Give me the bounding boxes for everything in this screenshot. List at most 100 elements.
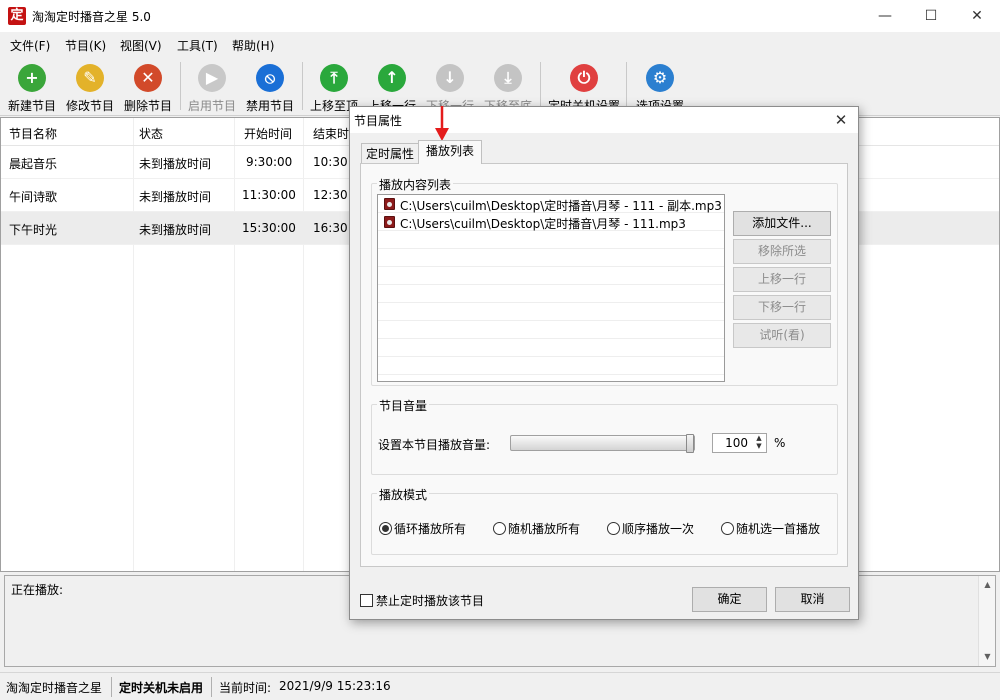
radio-label: 随机选一首播放 <box>736 522 821 536</box>
delete-program-button[interactable]: ✕ 删除节目 <box>119 58 177 114</box>
program-end-time: 16:30: <box>313 221 352 235</box>
move-up-icon: ↑ <box>378 64 406 92</box>
checkbox-label: 禁止定时播放该节目 <box>376 594 485 608</box>
empty-row <box>378 285 724 303</box>
enable-program-button[interactable]: ▶ 启用节目 <box>183 58 241 114</box>
volume-group: 节目音量 设置本节目播放音量: 100 ▲ ▼ % <box>371 397 838 475</box>
volume-slider[interactable] <box>510 434 695 453</box>
scroll-down-icon[interactable]: ▼ <box>979 652 996 661</box>
program-start-time: 9:30:00 <box>246 155 293 169</box>
empty-row <box>378 231 724 249</box>
scrollbar[interactable]: ▲ ▼ <box>978 576 995 666</box>
menu-bar: 文件(F) 节目(K) 视图(V) 工具(T) 帮助(H) <box>0 32 1000 56</box>
play-icon: ▶ <box>198 64 226 92</box>
power-icon: ⏻ <box>570 64 598 92</box>
radio-circle <box>607 522 620 535</box>
volume-unit: % <box>774 436 786 450</box>
playlist-listbox[interactable]: C:\Users\cuilm\Desktop\定时播音\月琴 - 111 - 副… <box>377 194 725 382</box>
empty-row <box>378 303 724 321</box>
edit-program-label: 修改节目 <box>65 99 114 113</box>
list-item[interactable]: C:\Users\cuilm\Desktop\定时播音\月琴 - 111 - 副… <box>378 195 724 213</box>
cancel-button[interactable]: 取消 <box>775 587 850 612</box>
spin-arrows-icon[interactable]: ▲ ▼ <box>752 434 766 452</box>
disable-program-button[interactable]: ⦸ 禁用节目 <box>241 58 299 114</box>
delete-program-label: 删除节目 <box>123 99 172 113</box>
status-divider <box>211 677 212 697</box>
empty-row <box>378 267 724 285</box>
dialog-close-button[interactable]: ✕ <box>824 107 858 133</box>
volume-label: 设置本节目播放音量: <box>378 438 491 452</box>
program-status: 未到播放时间 <box>139 190 212 204</box>
scroll-up-icon[interactable]: ▲ <box>979 580 996 589</box>
menu-help[interactable]: 帮助(H) <box>232 37 274 54</box>
radio-random-all[interactable]: 随机播放所有 <box>493 520 580 537</box>
edit-program-button[interactable]: ✎ 修改节目 <box>61 58 119 114</box>
audio-file-icon <box>384 198 395 210</box>
program-status: 未到播放时间 <box>139 157 212 171</box>
program-name: 下午时光 <box>9 223 58 237</box>
dialog-title: 节目属性 <box>354 114 403 128</box>
minimize-button[interactable]: — <box>862 0 908 32</box>
ok-button[interactable]: 确定 <box>692 587 767 612</box>
toolbar-separator <box>626 62 627 110</box>
toolbar-separator <box>302 62 303 110</box>
volume-spinbox[interactable]: 100 ▲ ▼ <box>712 433 767 453</box>
disable-program-label: 禁用节目 <box>245 99 294 113</box>
empty-row <box>378 321 724 339</box>
radio-label: 顺序播放一次 <box>622 522 695 536</box>
program-end-time: 12:30: <box>313 188 352 202</box>
program-name: 晨起音乐 <box>9 157 58 171</box>
tab-schedule[interactable]: 定时属性 <box>361 143 419 165</box>
preview-button[interactable]: 试听(看) <box>733 323 831 348</box>
program-name: 午间诗歌 <box>9 190 58 204</box>
volume-slider-thumb[interactable] <box>686 434 694 453</box>
move-up-row-button[interactable]: 上移一行 <box>733 267 831 292</box>
empty-row <box>378 357 724 375</box>
menu-tools[interactable]: 工具(T) <box>177 37 218 54</box>
status-time-label: 当前时间: <box>219 681 272 695</box>
toolbar-separator <box>540 62 541 110</box>
program-properties-dialog: 节目属性 ✕ 定时属性 播放列表 播放内容列表 C:\Users\cuilm\D… <box>349 106 859 620</box>
radio-circle <box>721 522 734 535</box>
list-item[interactable]: C:\Users\cuilm\Desktop\定时播音\月琴 - 111.mp3 <box>378 213 724 231</box>
new-program-icon: + <box>18 64 46 92</box>
program-start-time: 11:30:00 <box>242 188 296 202</box>
tab-playlist[interactable]: 播放列表 <box>418 140 482 164</box>
playlist-group: 播放内容列表 C:\Users\cuilm\Desktop\定时播音\月琴 - … <box>371 176 838 386</box>
radio-random-one[interactable]: 随机选一首播放 <box>721 520 820 537</box>
program-status: 未到播放时间 <box>139 223 212 237</box>
maximize-button[interactable]: ☐ <box>908 0 954 32</box>
checkbox-box <box>360 594 373 607</box>
radio-loop-all[interactable]: 循环播放所有 <box>379 520 466 537</box>
disable-schedule-checkbox[interactable]: 禁止定时播放该节目 <box>360 592 484 609</box>
column-header-end[interactable]: 结束时 <box>313 125 349 142</box>
move-down-row-button[interactable]: 下移一行 <box>733 295 831 320</box>
volume-value: 100 <box>725 436 748 450</box>
column-header-start[interactable]: 开始时间 <box>244 125 292 142</box>
title-bar: 定 淘淘定时播音之星 5.0 — ☐ ✕ <box>0 0 1000 32</box>
menu-program[interactable]: 节目(K) <box>65 37 106 54</box>
radio-sequential-once[interactable]: 顺序播放一次 <box>607 520 694 537</box>
play-mode-group-title: 播放模式 <box>377 486 430 503</box>
status-app-name: 淘淘定时播音之星 <box>6 681 103 695</box>
new-program-label: 新建节目 <box>7 99 56 113</box>
menu-file[interactable]: 文件(F) <box>10 37 50 54</box>
column-header-status[interactable]: 状态 <box>139 125 163 142</box>
empty-row <box>378 249 724 267</box>
radio-label: 随机播放所有 <box>508 522 581 536</box>
close-button[interactable]: ✕ <box>954 0 1000 32</box>
remove-selected-button[interactable]: 移除所选 <box>733 239 831 264</box>
column-header-name[interactable]: 节目名称 <box>9 125 57 142</box>
window-title: 淘淘定时播音之星 5.0 <box>32 10 151 24</box>
ban-icon: ⦸ <box>256 64 284 92</box>
status-shutdown: 定时关机未启用 <box>119 681 204 695</box>
volume-group-title: 节目音量 <box>377 397 430 414</box>
radio-circle <box>379 522 392 535</box>
add-file-button[interactable]: 添加文件... <box>733 211 831 236</box>
status-time-value: 2021/9/9 15:23:16 <box>279 679 391 693</box>
move-down-icon: ↓ <box>436 64 464 92</box>
status-bar: 淘淘定时播音之星 定时关机未启用 当前时间: 2021/9/9 15:23:16 <box>0 672 1000 700</box>
new-program-button[interactable]: + 新建节目 <box>3 58 61 114</box>
playlist-group-title: 播放内容列表 <box>377 176 454 193</box>
menu-view[interactable]: 视图(V) <box>120 37 162 54</box>
